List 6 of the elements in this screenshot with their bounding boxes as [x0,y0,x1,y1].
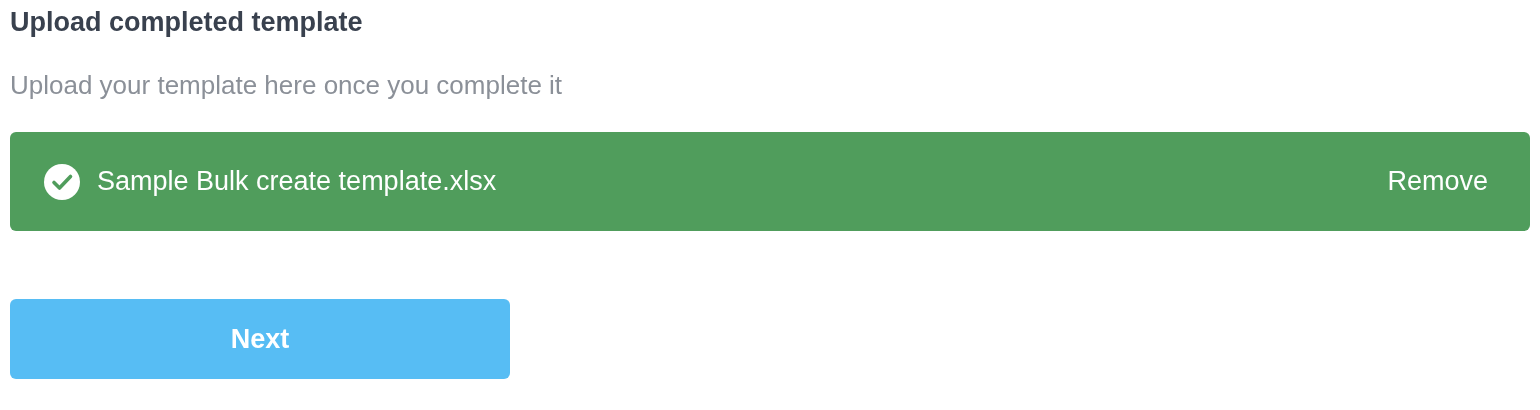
remove-link[interactable]: Remove [1387,161,1488,202]
section-title: Upload completed template [10,6,363,39]
next-button[interactable]: Next [10,299,510,379]
file-name: Sample Bulk create template.xlsx [97,165,497,199]
section-subtitle: Upload your template here once you complete it [10,69,563,102]
check-circle-icon [44,163,80,200]
